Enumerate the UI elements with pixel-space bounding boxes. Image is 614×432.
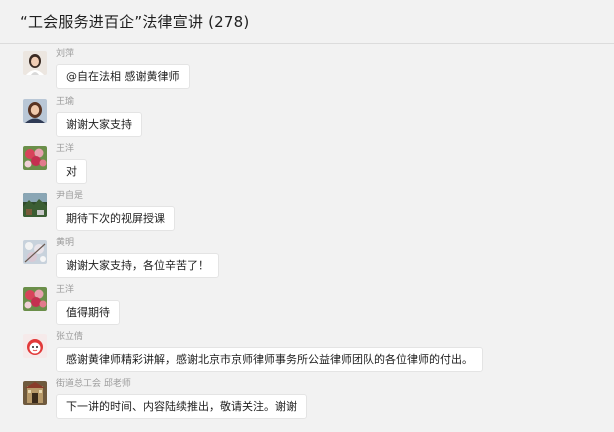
message-item: 黄明 谢谢大家支持，各位辛苦了！ [23, 238, 219, 278]
chat-window: “工会服务进百企”法律宣讲 (278) 刘萍 @自在法相 感谢黄律师 王瑜 谢谢… [0, 0, 614, 432]
message-bubble[interactable]: 下一讲的时间、内容陆续推出，敬请关注。谢谢 [56, 394, 307, 419]
message-bubble[interactable]: 感谢黄律师精彩讲解，感谢北京市京师律师事务所公益律师团队的各位律师的付出。 [56, 347, 483, 372]
message-item: 王瑜 谢谢大家支持 [23, 97, 142, 137]
message-bubble[interactable]: 期待下次的视屏授课 [56, 206, 175, 231]
flowers-icon[interactable] [23, 287, 47, 311]
sender-name: 黄明 [56, 238, 75, 248]
message-item: 刘萍 @自在法相 感谢黄律师 [23, 49, 190, 89]
message-item: 王洋 值得期待 [23, 285, 120, 325]
sender-name: 刘萍 [56, 49, 75, 59]
blossom-icon[interactable] [23, 240, 47, 264]
message-item: 尹自是 期待下次的视屏授课 [23, 191, 175, 231]
chat-header: “工会服务进百企”法律宣讲 (278) [0, 0, 614, 44]
landscape-icon[interactable] [23, 193, 47, 217]
sender-name: 张立倩 [56, 332, 84, 342]
message-bubble[interactable]: 值得期待 [56, 300, 120, 325]
sender-name: 尹自是 [56, 191, 84, 201]
portrait-woman-icon[interactable] [23, 51, 47, 75]
message-item: 街道总工会 邱老师 下一讲的时间、内容陆续推出，敬请关注。谢谢 [23, 379, 307, 419]
sender-name: 王洋 [56, 285, 75, 295]
message-bubble[interactable]: 谢谢大家支持 [56, 112, 142, 137]
flowers-icon[interactable] [23, 146, 47, 170]
message-item: 王洋 对 [23, 144, 87, 184]
message-item: 张立倩 感谢黄律师精彩讲解，感谢北京市京师律师事务所公益律师团队的各位律师的付出… [23, 332, 483, 372]
message-list[interactable]: 刘萍 @自在法相 感谢黄律师 王瑜 谢谢大家支持 王洋 对 尹自是 期待下次的视… [0, 44, 614, 431]
sender-name: 街道总工会 邱老师 [56, 379, 131, 389]
message-bubble[interactable]: 对 [56, 159, 87, 184]
chat-title: “工会服务进百企”法律宣讲 (278) [20, 13, 250, 31]
message-bubble[interactable]: @自在法相 感谢黄律师 [56, 64, 190, 89]
sender-name: 王瑜 [56, 97, 75, 107]
building-icon[interactable] [23, 381, 47, 405]
sender-name: 王洋 [56, 144, 75, 154]
message-bubble[interactable]: 谢谢大家支持，各位辛苦了！ [56, 253, 219, 278]
cartoon-icon[interactable] [23, 334, 47, 358]
portrait-woman-icon[interactable] [23, 99, 47, 123]
